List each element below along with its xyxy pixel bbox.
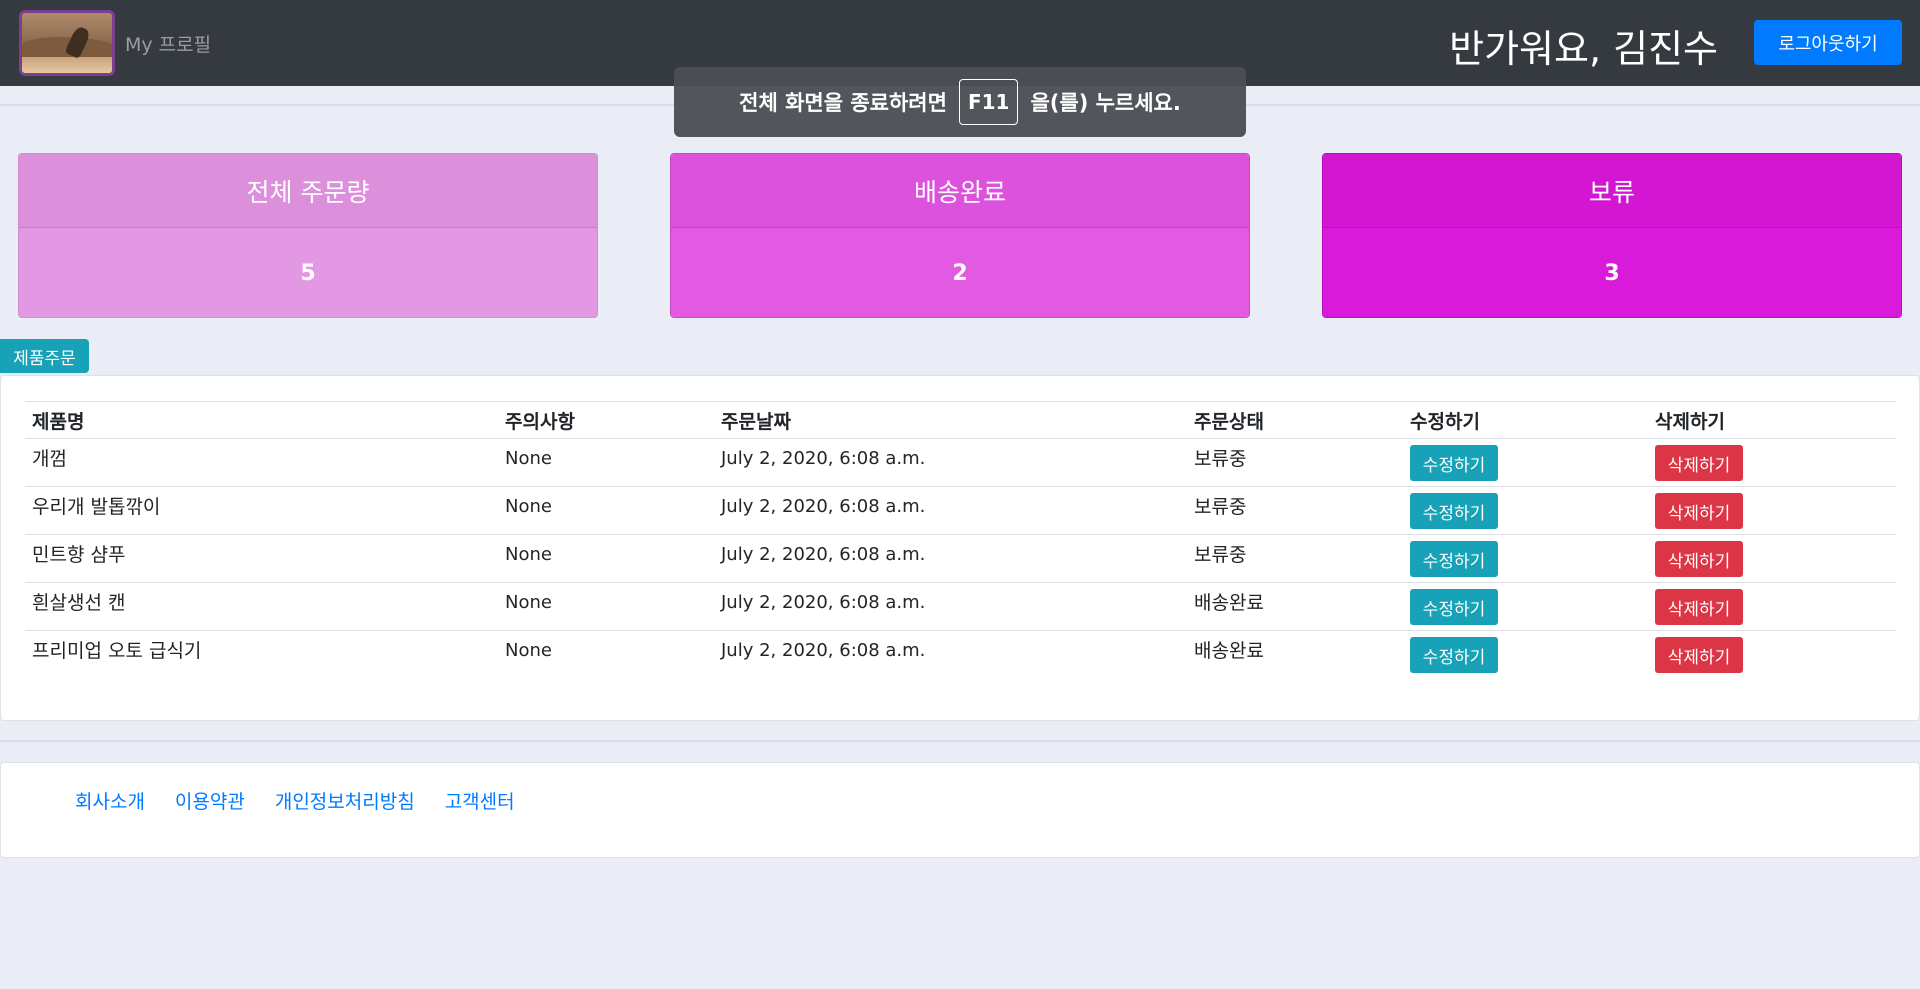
delete-button[interactable]: 삭제하기 [1655,493,1743,529]
cell-delete: 삭제하기 [1648,438,1896,487]
cell-edit: 수정하기 [1403,438,1648,487]
stat-card-value: 2 [671,228,1249,317]
footer-link-support[interactable]: 고객센터 [445,787,515,814]
footer-link-about[interactable]: 회사소개 [75,787,145,814]
delete-button[interactable]: 삭제하기 [1655,637,1743,673]
cell-edit: 수정하기 [1403,582,1648,631]
stat-card-value: 5 [19,228,597,317]
notice-text-after: 을(를) 누르세요. [1030,91,1181,115]
header-note: 주의사항 [498,401,714,439]
cell-order-date: July 2, 2020, 6:08 a.m. [714,630,1187,679]
header-product-name: 제품명 [25,401,498,439]
header-delete: 삭제하기 [1648,401,1896,439]
header-order-date: 주문날짜 [714,401,1187,439]
divider [0,740,1920,742]
cell-product-name: 프리미업 오토 급식기 [25,630,498,679]
cell-delete: 삭제하기 [1648,582,1896,631]
cell-order-date: July 2, 2020, 6:08 a.m. [714,438,1187,487]
cell-edit: 수정하기 [1403,534,1648,583]
cell-product-name: 민트향 샴푸 [25,534,498,583]
stat-card-value: 3 [1323,228,1901,317]
edit-button[interactable]: 수정하기 [1410,445,1498,481]
stat-card-total: 전체 주문량 5 [18,153,598,318]
cell-order-date: July 2, 2020, 6:08 a.m. [714,486,1187,535]
table-row: 프리미업 오토 급식기 None July 2, 2020, 6:08 a.m.… [25,630,1896,679]
table-row: 개껌 None July 2, 2020, 6:08 a.m. 보류중 수정하기… [25,438,1896,487]
cell-edit: 수정하기 [1403,486,1648,535]
header-order-status: 주문상태 [1187,401,1403,439]
fullscreen-exit-notice: 전체 화면을 종료하려면 F11 을(를) 누르세요. [674,67,1246,137]
footer-link-terms[interactable]: 이용약관 [175,787,245,814]
cell-note: None [498,486,714,535]
delete-button[interactable]: 삭제하기 [1655,541,1743,577]
logout-button[interactable]: 로그아웃하기 [1754,20,1902,65]
stat-card-delivered: 배송완료 2 [670,153,1250,318]
footer-link-privacy[interactable]: 개인정보처리방침 [275,787,415,814]
edit-button[interactable]: 수정하기 [1410,493,1498,529]
cell-order-date: July 2, 2020, 6:08 a.m. [714,582,1187,631]
stat-card-title: 전체 주문량 [19,154,597,228]
footer-links: 회사소개 이용약관 개인정보처리방침 고객센터 [75,787,515,814]
edit-button[interactable]: 수정하기 [1410,589,1498,625]
cell-delete: 삭제하기 [1648,534,1896,583]
cell-order-status: 보류중 [1187,534,1403,583]
f11-key: F11 [958,79,1019,125]
cell-order-status: 배송완료 [1187,582,1403,631]
footer: 회사소개 이용약관 개인정보처리방침 고객센터 [0,762,1920,858]
cell-delete: 삭제하기 [1648,486,1896,535]
cell-note: None [498,438,714,487]
cell-product-name: 개껌 [25,438,498,487]
cell-product-name: 흰살생선 캔 [25,582,498,631]
cell-order-status: 배송완료 [1187,630,1403,679]
cell-order-status: 보류중 [1187,486,1403,535]
stat-card-pending: 보류 3 [1322,153,1902,318]
cell-edit: 수정하기 [1403,630,1648,679]
cell-product-name: 우리개 발톱깎이 [25,486,498,535]
cell-note: None [498,630,714,679]
header-edit: 수정하기 [1403,401,1648,439]
notice-text-before: 전체 화면을 종료하려면 [739,91,947,115]
cell-order-status: 보류중 [1187,438,1403,487]
stat-card-title: 보류 [1323,154,1901,228]
table-row: 민트향 샴푸 None July 2, 2020, 6:08 a.m. 보류중 … [25,534,1896,583]
table-row: 우리개 발톱깎이 None July 2, 2020, 6:08 a.m. 보류… [25,486,1896,535]
orders-table: 제품명 주의사항 주문날짜 주문상태 수정하기 삭제하기 개껌 None Jul… [25,401,1896,679]
table-row: 흰살생선 캔 None July 2, 2020, 6:08 a.m. 배송완료… [25,582,1896,631]
profile-avatar[interactable] [19,10,115,76]
cell-note: None [498,534,714,583]
order-product-button[interactable]: 제품주문 [0,339,89,373]
delete-button[interactable]: 삭제하기 [1655,445,1743,481]
cell-order-date: July 2, 2020, 6:08 a.m. [714,534,1187,583]
edit-button[interactable]: 수정하기 [1410,637,1498,673]
greeting-text: 반가워요, 김진수 [1449,27,1718,71]
delete-button[interactable]: 삭제하기 [1655,589,1743,625]
edit-button[interactable]: 수정하기 [1410,541,1498,577]
cell-delete: 삭제하기 [1648,630,1896,679]
cell-note: None [498,582,714,631]
stat-card-title: 배송완료 [671,154,1249,228]
profile-link[interactable]: My 프로필 [125,30,211,57]
table-header-row: 제품명 주의사항 주문날짜 주문상태 수정하기 삭제하기 [25,401,1896,439]
orders-panel: 제품명 주의사항 주문날짜 주문상태 수정하기 삭제하기 개껌 None Jul… [0,375,1920,721]
